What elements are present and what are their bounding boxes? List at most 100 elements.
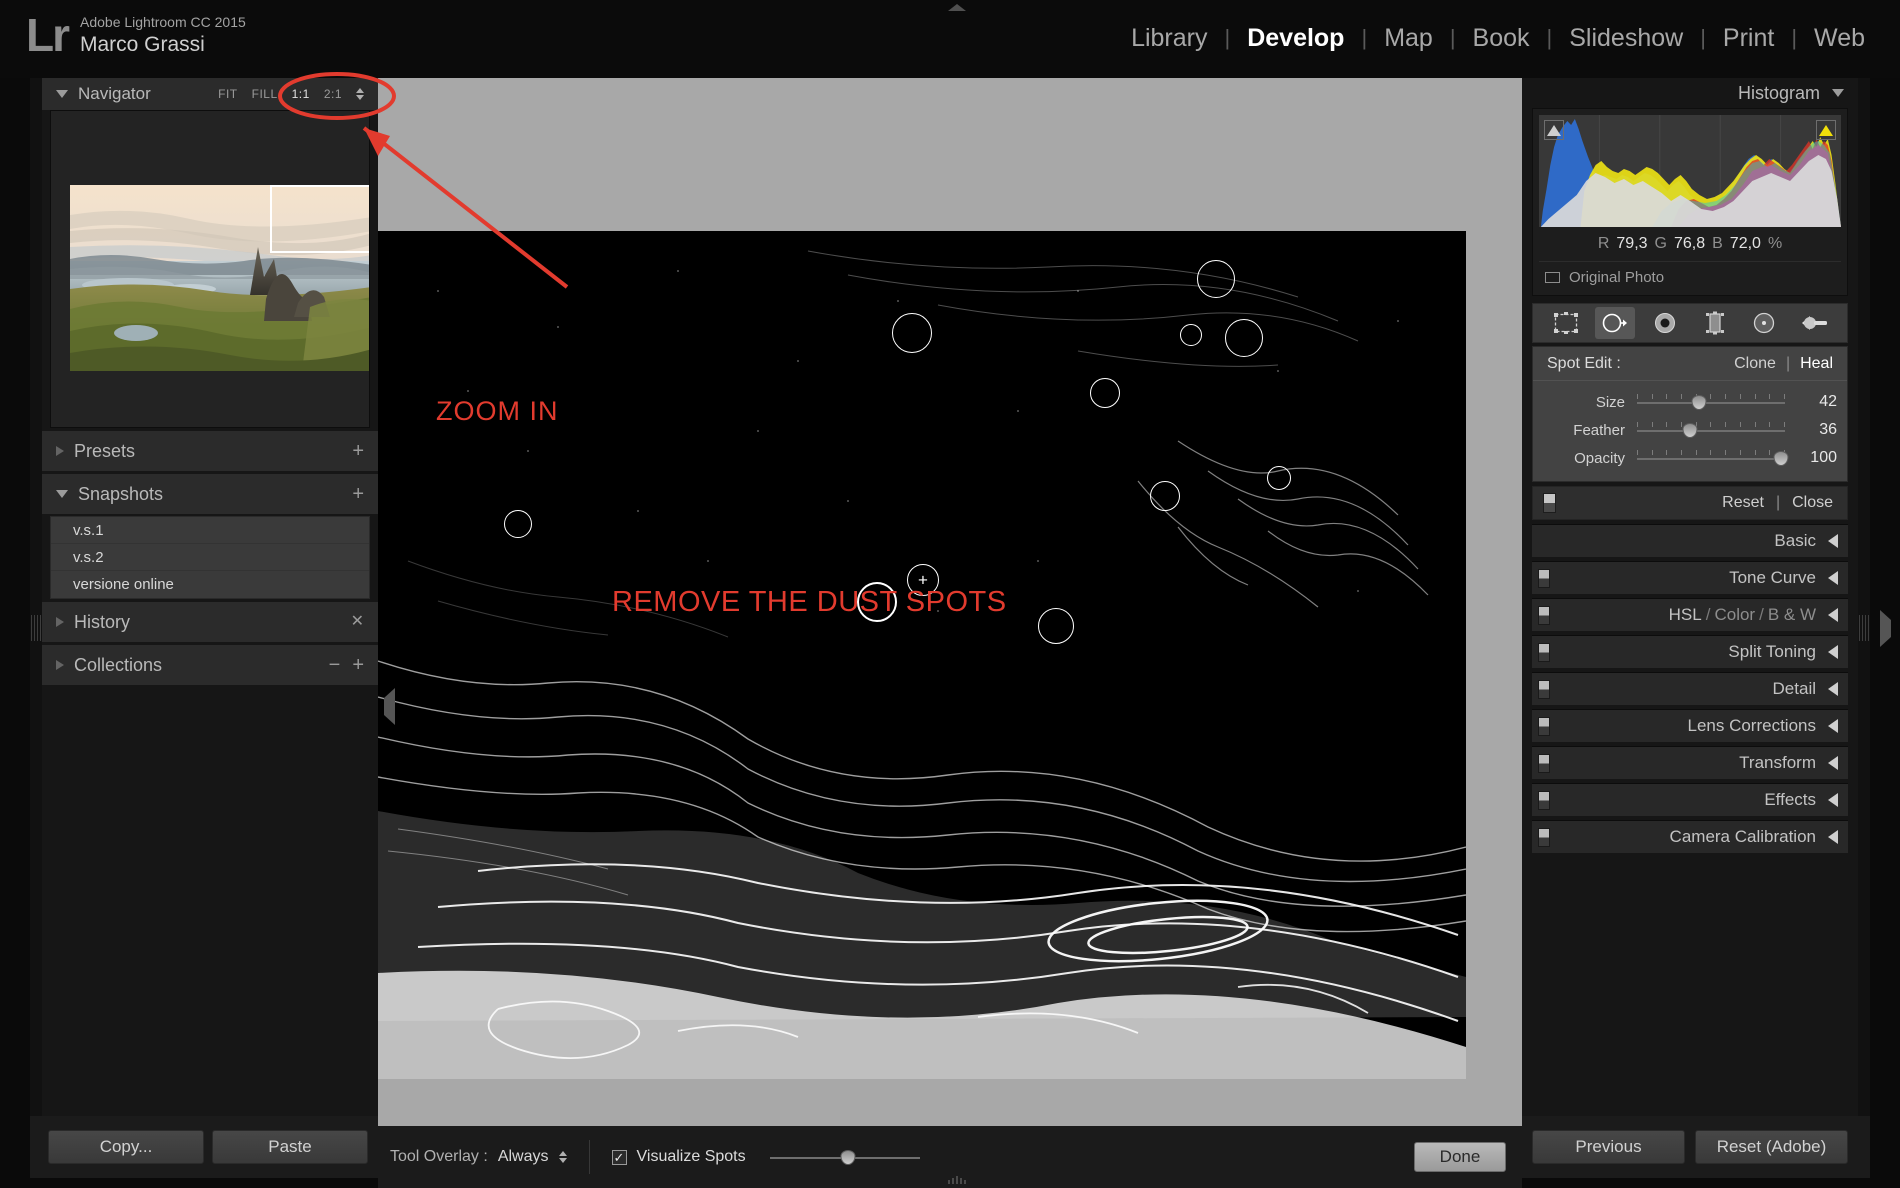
shadow-clipping-indicator[interactable] <box>1544 120 1564 140</box>
visualize-spots-slider[interactable] <box>769 1149 920 1165</box>
tool-overlay-value[interactable]: Always <box>498 1148 549 1166</box>
chevron-left-icon[interactable] <box>1828 756 1838 770</box>
nav-print[interactable]: Print <box>1706 22 1791 54</box>
radial-filter-tool-icon[interactable] <box>1744 307 1784 339</box>
add-preset-button[interactable]: + <box>352 441 364 461</box>
size-slider[interactable] <box>1637 393 1785 411</box>
hsl-label[interactable]: HSL <box>1669 605 1702 624</box>
panel-section-camera-calibration[interactable]: Camera Calibration <box>1532 820 1848 853</box>
spot-circle[interactable] <box>892 313 932 353</box>
spot-circle[interactable] <box>1090 378 1120 408</box>
paste-button[interactable]: Paste <box>212 1130 368 1164</box>
panel-section-effects[interactable]: Effects <box>1532 783 1848 816</box>
chevron-left-icon[interactable] <box>1828 608 1838 622</box>
lens-corrections-toggle-switch[interactable] <box>1538 716 1550 736</box>
transform-toggle-switch[interactable] <box>1538 753 1550 773</box>
heal-mode-button[interactable]: Heal <box>1800 355 1833 373</box>
bw-label[interactable]: B & W <box>1768 605 1816 624</box>
nav-slideshow[interactable]: Slideshow <box>1552 22 1700 54</box>
hsl-toggle-switch[interactable] <box>1538 605 1550 625</box>
list-item[interactable]: v.s.2 <box>51 544 369 571</box>
spot-circle[interactable] <box>1197 260 1235 298</box>
opacity-slider-knob[interactable] <box>1773 451 1789 466</box>
zoom-fill[interactable]: FILL <box>252 87 278 101</box>
spot-panel-toggle-switch[interactable] <box>1543 493 1556 513</box>
feather-value[interactable]: 36 <box>1785 421 1837 439</box>
remove-collection-button[interactable]: − <box>329 655 341 675</box>
spot-circle[interactable] <box>1180 324 1202 346</box>
panel-section-basic[interactable]: Basic <box>1532 524 1848 557</box>
close-spot-button[interactable]: Close <box>1792 494 1833 512</box>
sidebar-section-collections[interactable]: Collections − + <box>42 645 378 685</box>
spot-circle[interactable] <box>1150 481 1180 511</box>
navigator-selection-rect[interactable] <box>270 185 369 253</box>
graduated-filter-tool-icon[interactable] <box>1695 307 1735 339</box>
nav-web[interactable]: Web <box>1797 22 1882 54</box>
tone-curve-toggle-switch[interactable] <box>1538 568 1550 588</box>
split-toning-toggle-switch[interactable] <box>1538 642 1550 662</box>
add-snapshot-button[interactable]: + <box>352 484 364 504</box>
effects-toggle-switch[interactable] <box>1538 790 1550 810</box>
spot-circle[interactable] <box>1038 608 1074 644</box>
sidebar-section-snapshots[interactable]: Snapshots + <box>42 474 378 514</box>
chevron-left-icon[interactable] <box>1828 682 1838 696</box>
chevron-right-icon[interactable] <box>56 660 64 670</box>
chevron-left-icon[interactable] <box>1828 571 1838 585</box>
chevron-right-icon[interactable] <box>56 617 64 627</box>
previous-button[interactable]: Previous <box>1532 1130 1685 1164</box>
feather-slider[interactable] <box>1637 421 1785 439</box>
nav-library[interactable]: Library <box>1114 22 1224 54</box>
chevron-left-icon[interactable] <box>1828 830 1838 844</box>
clone-mode-button[interactable]: Clone <box>1734 355 1776 373</box>
sidebar-section-presets[interactable]: Presets + <box>42 431 378 471</box>
size-slider-knob[interactable] <box>1691 395 1707 410</box>
clear-history-button[interactable]: ✕ <box>351 614 364 630</box>
panel-section-hsl-color-bw[interactable]: HSL / Color / B & W <box>1532 598 1848 631</box>
chevron-left-icon[interactable] <box>1828 645 1838 659</box>
add-collection-button[interactable]: + <box>352 655 364 675</box>
spot-circle[interactable] <box>1225 319 1263 357</box>
nav-map[interactable]: Map <box>1367 22 1450 54</box>
zoom-stepper-icon[interactable] <box>356 88 364 100</box>
left-panel-collapse-arrow[interactable] <box>384 688 398 728</box>
zoom-2-1[interactable]: 2:1 <box>324 87 342 101</box>
chevron-down-icon[interactable] <box>56 490 68 498</box>
list-item[interactable]: versione online <box>51 571 369 598</box>
tool-overlay-group[interactable]: Tool Overlay : Always <box>390 1148 567 1166</box>
filmstrip-grip[interactable] <box>944 1175 970 1184</box>
visualize-spots-group[interactable]: ✓ Visualize Spots <box>611 1148 920 1166</box>
sidebar-section-history[interactable]: History ✕ <box>42 602 378 642</box>
nav-book[interactable]: Book <box>1456 22 1547 54</box>
panel-section-tone-curve[interactable]: Tone Curve <box>1532 561 1848 594</box>
reset-adobe-button[interactable]: Reset (Adobe) <box>1695 1130 1848 1164</box>
panel-section-transform[interactable]: Transform <box>1532 746 1848 779</box>
crop-overlay-tool-icon[interactable] <box>1546 307 1586 339</box>
top-panel-chevron-icon[interactable] <box>948 4 966 11</box>
color-label[interactable]: Color <box>1714 605 1755 624</box>
spot-removal-tool-icon[interactable] <box>1595 307 1636 339</box>
original-photo-row[interactable]: Original Photo <box>1539 261 1841 289</box>
right-panel-collapse-arrow[interactable] <box>1880 610 1894 650</box>
histogram-header[interactable]: Histogram <box>1522 78 1870 108</box>
panel-section-split-toning[interactable]: Split Toning <box>1532 635 1848 668</box>
spot-circle[interactable] <box>1267 466 1291 490</box>
red-eye-correction-tool-icon[interactable] <box>1645 307 1685 339</box>
visualize-spots-slider-knob[interactable] <box>840 1150 856 1165</box>
list-item[interactable]: v.s.1 <box>51 517 369 544</box>
left-panel-resize-grip[interactable] <box>30 78 42 1178</box>
opacity-slider[interactable] <box>1637 449 1789 467</box>
navigator-preview[interactable] <box>50 110 370 428</box>
photo-viewport[interactable]: + ZOOM IN REMOVE THE DUST SPOTS <box>378 231 1466 1079</box>
panel-section-detail[interactable]: Detail <box>1532 672 1848 705</box>
visualize-spots-checkbox[interactable]: ✓ <box>611 1149 627 1165</box>
zoom-1-1[interactable]: 1:1 <box>292 87 310 101</box>
feather-slider-knob[interactable] <box>1682 423 1698 438</box>
highlight-clipping-indicator[interactable] <box>1816 120 1836 140</box>
chevron-right-icon[interactable] <box>56 446 64 456</box>
panel-section-lens-corrections[interactable]: Lens Corrections <box>1532 709 1848 742</box>
chevron-down-icon[interactable] <box>56 90 68 98</box>
navigator-header[interactable]: Navigator FIT FILL 1:1 2:1 <box>42 78 378 110</box>
zoom-fit[interactable]: FIT <box>218 87 238 101</box>
chevron-left-icon[interactable] <box>1828 793 1838 807</box>
nav-develop[interactable]: Develop <box>1230 22 1361 54</box>
